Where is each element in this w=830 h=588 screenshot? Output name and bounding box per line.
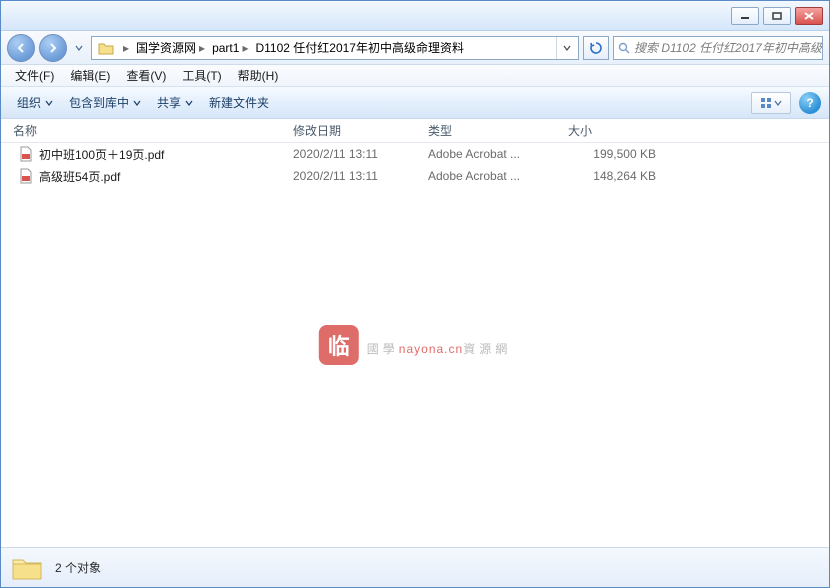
menu-help[interactable]: 帮助(H) [230, 67, 287, 84]
search-placeholder: 搜索 D1102 任付红2017年初中高级... [634, 39, 823, 56]
refresh-button[interactable] [583, 36, 609, 60]
menu-view[interactable]: 查看(V) [118, 67, 174, 84]
include-button[interactable]: 包含到库中 [61, 91, 149, 115]
file-type: Adobe Acrobat ... [416, 169, 556, 183]
file-name: 高级班54页.pdf [39, 168, 120, 185]
view-options-button[interactable] [751, 92, 791, 114]
forward-button[interactable] [39, 34, 67, 62]
chevron-down-icon [185, 99, 193, 107]
file-date: 2020/2/11 13:11 [281, 147, 416, 161]
file-size: 199,500 KB [556, 147, 676, 161]
minimize-button[interactable] [731, 7, 759, 25]
breadcrumb-label: part1 [212, 41, 239, 55]
navbar: ▸ 国学资源网▸ part1▸ D1102 任付红2017年初中高级命理资料 搜… [1, 31, 829, 65]
breadcrumb-sep[interactable]: ▸ [118, 37, 134, 59]
search-icon [618, 42, 630, 54]
share-button[interactable]: 共享 [149, 91, 201, 115]
menubar: 文件(F) 编辑(E) 查看(V) 工具(T) 帮助(H) [1, 65, 829, 87]
breadcrumb-item[interactable]: 国学资源网▸ [134, 37, 210, 59]
pdf-icon [19, 146, 33, 162]
search-input[interactable]: 搜索 D1102 任付红2017年初中高级... [613, 36, 823, 60]
addressbar[interactable]: ▸ 国学资源网▸ part1▸ D1102 任付红2017年初中高级命理资料 [91, 36, 579, 60]
statusbar: 2 个对象 [1, 547, 829, 587]
organize-button[interactable]: 组织 [9, 91, 61, 115]
column-headers: 名称 修改日期 类型 大小 [1, 119, 829, 143]
toolbar: 组织 包含到库中 共享 新建文件夹 ? [1, 87, 829, 119]
col-date[interactable]: 修改日期 [281, 119, 416, 142]
folder-icon [97, 39, 115, 57]
history-dropdown-icon[interactable] [71, 37, 87, 59]
status-text: 2 个对象 [55, 559, 101, 576]
titlebar [1, 1, 829, 31]
file-name: 初中班100页＋19页.pdf [39, 146, 164, 163]
help-button[interactable]: ? [799, 92, 821, 114]
breadcrumb-label: 国学资源网 [136, 39, 196, 56]
col-size[interactable]: 大小 [556, 119, 676, 142]
breadcrumb-label: D1102 任付红2017年初中高级命理资料 [255, 39, 464, 56]
breadcrumb-item[interactable]: part1▸ [210, 37, 253, 59]
breadcrumb-item[interactable]: D1102 任付红2017年初中高级命理资料 [253, 37, 466, 59]
watermark-logo: 临 [319, 325, 359, 365]
address-dropdown-icon[interactable] [556, 37, 576, 59]
menu-tools[interactable]: 工具(T) [174, 67, 229, 84]
col-name[interactable]: 名称 [1, 119, 281, 142]
pdf-icon [19, 168, 33, 184]
file-type: Adobe Acrobat ... [416, 147, 556, 161]
chevron-down-icon [45, 99, 53, 107]
watermark: 临 國學nayona.cn資源網 [319, 325, 511, 365]
view-icon [760, 97, 772, 109]
chevron-down-icon [133, 99, 141, 107]
file-size: 148,264 KB [556, 169, 676, 183]
file-date: 2020/2/11 13:11 [281, 169, 416, 183]
menu-edit[interactable]: 编辑(E) [62, 67, 118, 84]
col-type[interactable]: 类型 [416, 119, 556, 142]
watermark-text: 國學nayona.cn資源網 [367, 330, 511, 360]
maximize-button[interactable] [763, 7, 791, 25]
back-button[interactable] [7, 34, 35, 62]
folder-icon [11, 554, 43, 582]
list-item[interactable]: 高级班54页.pdf 2020/2/11 13:11 Adobe Acrobat… [1, 165, 829, 187]
new-folder-button[interactable]: 新建文件夹 [201, 91, 277, 115]
file-list: 初中班100页＋19页.pdf 2020/2/11 13:11 Adobe Ac… [1, 143, 829, 547]
explorer-window: ▸ 国学资源网▸ part1▸ D1102 任付红2017年初中高级命理资料 搜… [0, 0, 830, 588]
chevron-down-icon [774, 99, 782, 107]
close-button[interactable] [795, 7, 823, 25]
menu-file[interactable]: 文件(F) [7, 67, 62, 84]
list-item[interactable]: 初中班100页＋19页.pdf 2020/2/11 13:11 Adobe Ac… [1, 143, 829, 165]
